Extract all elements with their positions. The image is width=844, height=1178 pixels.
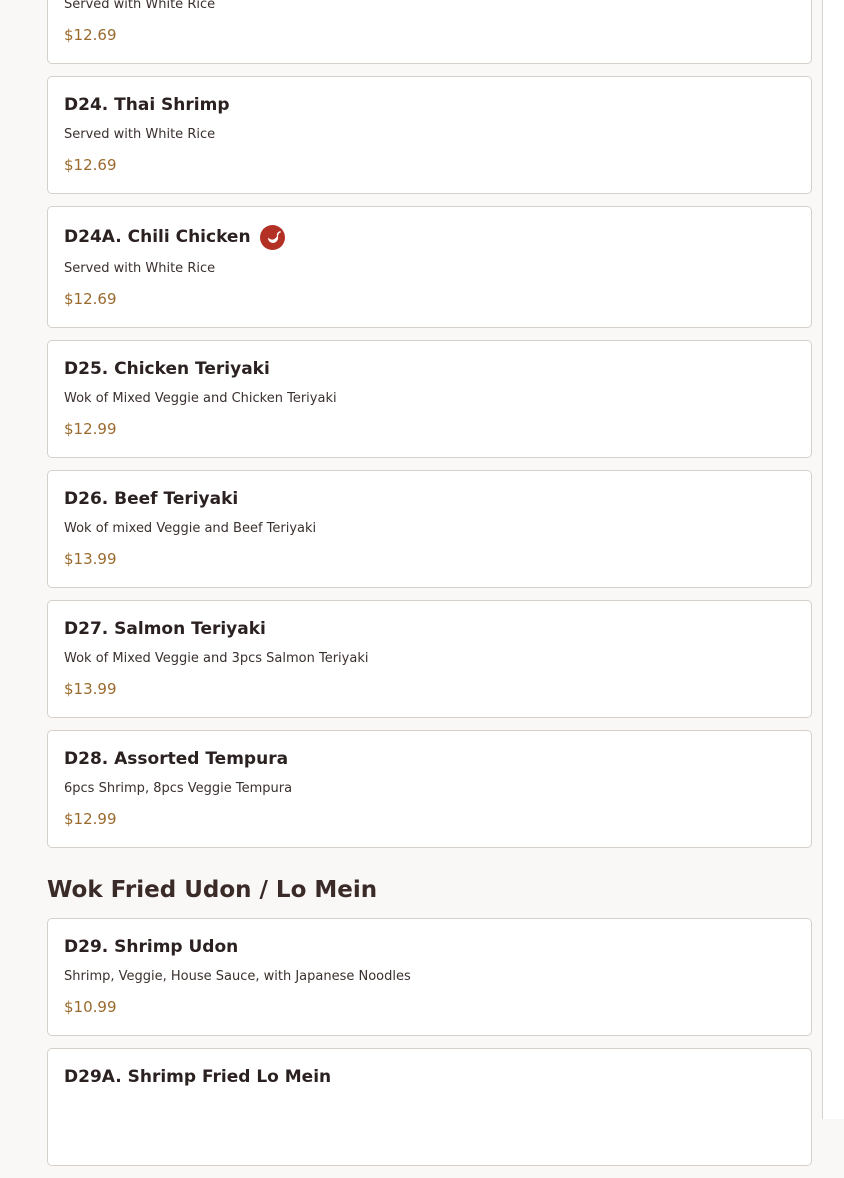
- item-name: D24. Thai Shrimp: [64, 95, 230, 115]
- chili-pepper-icon: [259, 224, 285, 250]
- item-name: D25. Chicken Teriyaki: [64, 359, 270, 379]
- menu-content: Served with White Rice $12.69 D24. Thai …: [47, 0, 812, 1178]
- item-description: Served with White Rice: [64, 0, 216, 12]
- section-title: Wok Fried Udon / Lo Mein: [47, 877, 378, 903]
- item-price: $13.99: [64, 680, 117, 698]
- item-price: $12.69: [64, 26, 117, 44]
- menu-item-card[interactable]: Served with White Rice $12.69: [47, 0, 812, 64]
- item-price: $12.99: [64, 810, 117, 828]
- item-name: D29. Shrimp Udon: [64, 937, 239, 957]
- item-name: D27. Salmon Teriyaki: [64, 619, 266, 639]
- item-name: D24A. Chili Chicken: [64, 227, 251, 247]
- item-description: Served with White Rice: [64, 261, 216, 276]
- item-name-row: D24A. Chili Chicken: [64, 223, 795, 251]
- item-price: $12.69: [64, 290, 117, 308]
- menu-item-card[interactable]: D29. Shrimp Udon Shrimp, Veggie, House S…: [47, 918, 812, 1036]
- menu-item-card[interactable]: D24A. Chili Chicken Served with White Ri…: [47, 206, 812, 328]
- item-name: D29A. Shrimp Fried Lo Mein: [64, 1067, 332, 1087]
- item-price: $13.99: [64, 550, 117, 568]
- item-name: D28. Assorted Tempura: [64, 749, 289, 769]
- item-price: $12.69: [64, 156, 117, 174]
- item-description: Wok of Mixed Veggie and Chicken Teriyaki: [64, 391, 337, 406]
- menu-item-card[interactable]: D28. Assorted Tempura 6pcs Shrimp, 8pcs …: [47, 730, 812, 848]
- item-description: Wok of Mixed Veggie and 3pcs Salmon Teri…: [64, 651, 369, 666]
- scrollbar-track[interactable]: [822, 0, 844, 1119]
- item-price: $12.99: [64, 420, 117, 438]
- menu-item-card[interactable]: D24. Thai Shrimp Served with White Rice …: [47, 76, 812, 194]
- item-description: Served with White Rice: [64, 127, 216, 142]
- item-name: D26. Beef Teriyaki: [64, 489, 239, 509]
- menu-item-card[interactable]: D25. Chicken Teriyaki Wok of Mixed Veggi…: [47, 340, 812, 458]
- item-description: 6pcs Shrimp, 8pcs Veggie Tempura: [64, 781, 293, 796]
- item-price: $10.99: [64, 998, 117, 1016]
- menu-item-card[interactable]: D29A. Shrimp Fried Lo Mein: [47, 1048, 812, 1166]
- item-description: Shrimp, Veggie, House Sauce, with Japane…: [64, 969, 411, 984]
- menu-item-card[interactable]: D27. Salmon Teriyaki Wok of Mixed Veggie…: [47, 600, 812, 718]
- item-description: Wok of mixed Veggie and Beef Teriyaki: [64, 521, 317, 536]
- menu-item-card[interactable]: D26. Beef Teriyaki Wok of mixed Veggie a…: [47, 470, 812, 588]
